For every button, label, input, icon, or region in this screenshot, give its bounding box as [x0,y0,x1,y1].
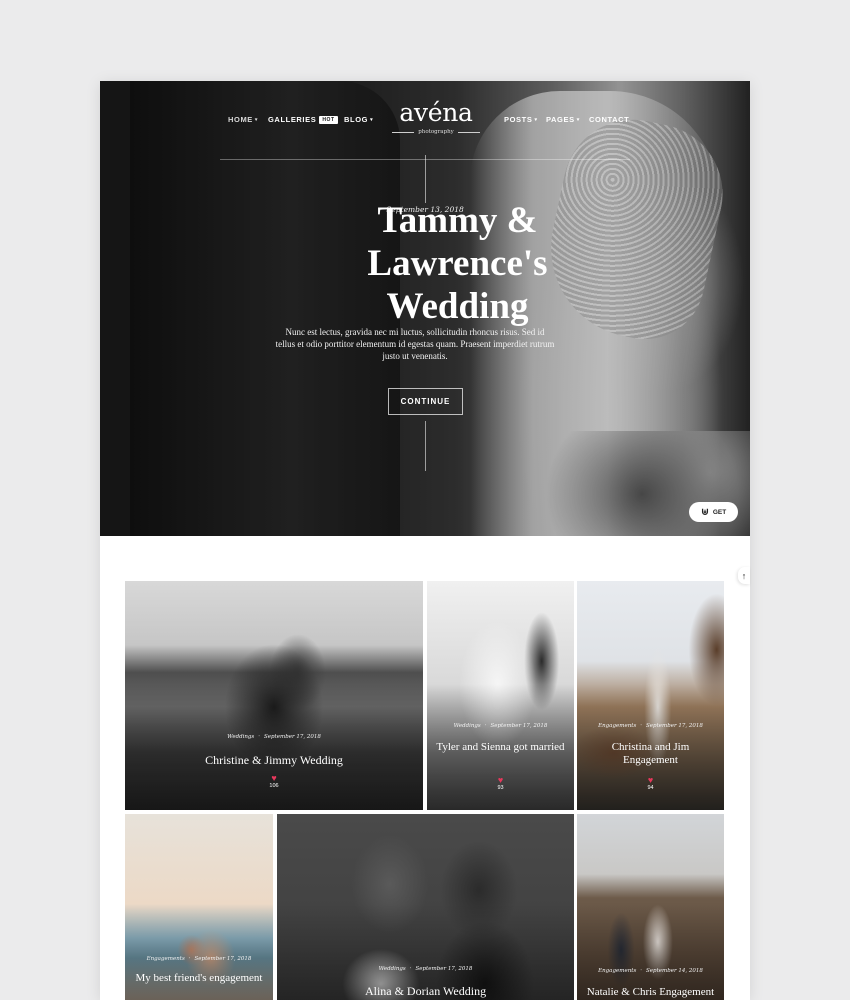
nav-blog[interactable]: BLOG ▾ [344,115,373,124]
browser-page: HOME ▾ GALLERIES HOT BLOG ▾ avéna photograp… [100,81,750,1000]
continue-button[interactable]: CONTINUE [388,388,463,415]
decorative-line-bottom [425,421,426,471]
meta-separator: · [258,734,261,740]
main-navigation: HOME ▾ GALLERIES HOT BLOG ▾ avéna photograp… [100,81,750,161]
post-title[interactable]: Christine & Jimmy Wedding [131,753,417,767]
nav-galleries-label: GALLERIES [268,115,317,124]
post-category[interactable]: Engagements [598,723,636,729]
nav-contact-label: CONTACT [589,115,630,124]
post-title[interactable]: Alina & Dorian Wedding [283,984,568,998]
logo-name: avéna [399,98,473,127]
post-card[interactable]: Weddings · September 17, 2018 Christine & … [125,581,423,810]
heart-icon: ♥ [271,773,277,783]
logo-tagline: photography [389,129,483,135]
post-card[interactable]: Engagements · September 17, 2018 My best f… [125,814,273,1000]
nav-home[interactable]: HOME ▾ [228,115,258,124]
hot-badge: HOT [319,116,338,124]
download-icon [701,508,708,516]
chevron-down-icon: ▾ [370,117,374,123]
post-category[interactable]: Engagements [147,956,185,962]
heart-icon: ♥ [497,775,504,785]
likes-count: 106 [269,783,279,789]
likes-count: 93 [497,785,504,791]
nav-home-label: HOME [228,115,253,124]
post-date: September 17, 2018 [415,966,473,972]
post-category[interactable]: Weddings [379,966,406,972]
post-likes[interactable]: ♥ 94 [577,775,724,792]
meta-separator: · [484,723,487,729]
hero-slider: HOME ▾ GALLERIES HOT BLOG ▾ avéna photograp… [100,81,750,536]
post-category[interactable]: Engagements [598,968,636,974]
post-meta: Engagements · September 17, 2018 [577,723,724,729]
post-card[interactable]: Engagements · September 17, 2018 Christina… [577,581,724,810]
arrow-up-icon: ↑ [741,570,747,581]
meta-separator: · [188,956,191,962]
post-card[interactable]: Weddings · September 17, 2018 Alina & Dori… [277,814,574,1000]
nav-contact[interactable]: CONTACT [589,115,629,124]
post-meta: Weddings · September 17, 2018 [277,966,574,972]
hero-post-excerpt: Nunc est lectus, gravida nec mi luctus, … [275,327,555,361]
decorative-line-top [425,155,426,203]
post-date: September 14, 2018 [646,968,703,974]
post-image-overlay [277,814,574,1000]
meta-separator: · [640,968,643,974]
post-card[interactable]: Engagements · September 14, 2018 Natalie &… [577,814,724,1000]
post-category[interactable]: Weddings [454,723,481,729]
get-button-label: GET [712,508,727,516]
likes-count: 94 [647,785,654,791]
post-meta: Weddings · September 17, 2018 [427,723,574,729]
post-meta: Weddings · September 17, 2018 [125,734,423,740]
post-category[interactable]: Weddings [227,734,254,740]
post-meta: Engagements · September 14, 2018 [577,968,724,974]
nav-posts-label: POSTS [504,115,533,124]
nav-blog-label: BLOG [344,115,369,124]
post-likes[interactable]: ♥ 93 [427,775,574,792]
chevron-down-icon: ▾ [576,117,580,123]
chevron-down-icon: ▾ [534,117,538,123]
post-likes[interactable]: ♥ 106 [125,773,423,790]
nav-pages[interactable]: PAGES ▾ [546,115,580,124]
hero-post-title[interactable]: Tammy & Lawrence's Wedding [345,199,570,328]
post-date: September 17, 2018 [646,723,703,729]
post-title[interactable]: Tyler and Sienna got married [433,741,568,754]
post-date: September 17, 2018 [194,956,252,962]
post-card[interactable]: Weddings · September 17, 2018 Tyler and Si… [427,581,574,810]
chevron-down-icon: ▾ [254,117,259,123]
scroll-to-top-button[interactable]: ↑ [738,567,750,584]
post-title[interactable]: Christina and Jim Engagement [583,741,718,767]
meta-separator: · [640,723,643,729]
heart-icon: ♥ [647,775,654,785]
nav-galleries[interactable]: GALLERIES HOT [268,115,338,125]
post-date: September 17, 2018 [490,723,548,729]
site-logo[interactable]: avéna photography [389,98,483,136]
nav-pages-label: PAGES [546,115,575,124]
meta-separator: · [409,966,412,972]
post-meta: Engagements · September 17, 2018 [125,956,273,962]
post-title[interactable]: My best friend's engagement [131,972,267,985]
post-title[interactable]: Natalie & Chris Engagement [583,986,718,999]
post-date: September 17, 2018 [264,734,321,740]
nav-posts[interactable]: POSTS ▾ [504,115,538,124]
get-button[interactable]: GET [689,502,738,522]
